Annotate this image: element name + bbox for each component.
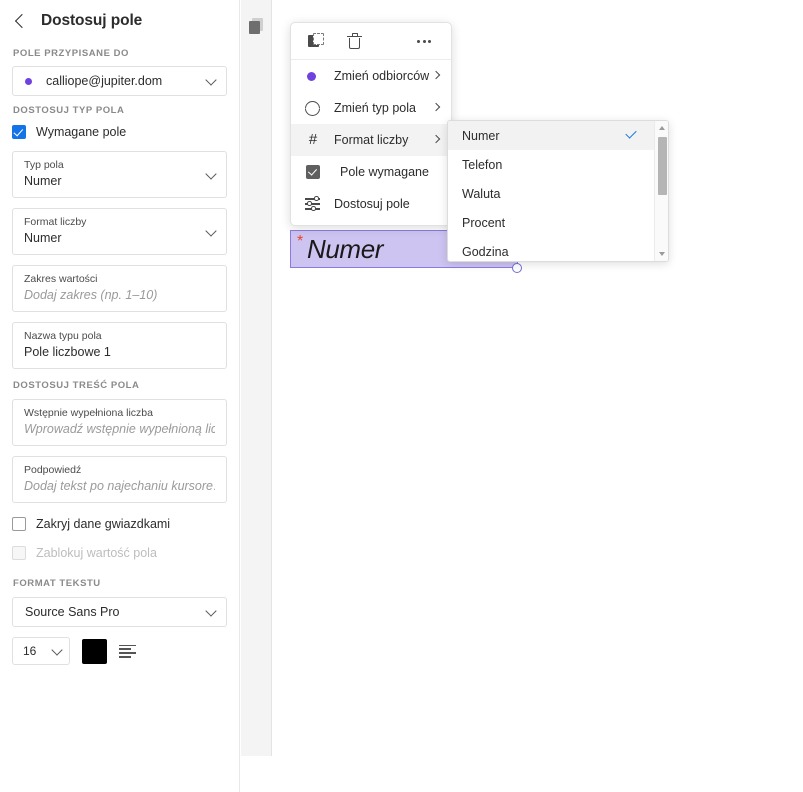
submenu-option-label: Telefon: [462, 157, 503, 172]
submenu-option-procent[interactable]: Procent: [448, 208, 668, 237]
menu-item-dostosuj-pole[interactable]: Dostosuj pole: [291, 188, 451, 220]
submenu-option-label: Waluta: [462, 186, 501, 201]
scroll-up-icon[interactable]: [658, 126, 665, 130]
app-root: Dostosuj pole POLE PRZYPISANE DO calliop…: [0, 0, 803, 792]
submenu-option-label: Godzina: [462, 244, 509, 259]
font-size-value: 16: [23, 644, 37, 658]
scrollbar-thumb[interactable]: [657, 137, 667, 195]
more-options-icon[interactable]: [417, 33, 434, 50]
mask-data-checkbox-row[interactable]: Zakryj dane gwiazdkami: [0, 517, 239, 531]
chevron-down-icon: [205, 605, 217, 617]
recipient-dot-icon: [25, 77, 32, 85]
lock-value-checkbox-row: Zablokuj wartość pola: [0, 546, 239, 560]
customize-field-panel: Dostosuj pole POLE PRZYPISANE DO calliop…: [0, 0, 240, 792]
submenu-option-godzina[interactable]: Godzina: [448, 237, 668, 261]
submenu-option-waluta[interactable]: Waluta: [448, 179, 668, 208]
menu-item-zmien-odbiorcow[interactable]: Zmień odbiorców: [291, 60, 451, 92]
section-label-text-format: FORMAT TEKSTU: [13, 578, 101, 589]
field-zakres-wartosci-label: Zakres wartości: [24, 273, 98, 285]
submenu-option-label: Numer: [462, 128, 500, 143]
checkbox-checked-icon: [304, 163, 322, 181]
document-number-field-text: Numer: [307, 233, 384, 264]
field-tooltip[interactable]: Podpowiedź Dodaj tekst po najechaniu kur…: [12, 456, 227, 503]
recipient-dot-icon: [304, 67, 322, 85]
chevron-down-icon: [51, 644, 63, 656]
field-nazwa-typu-pola[interactable]: Nazwa typu pola Pole liczbowe 1: [12, 322, 227, 369]
assigned-recipient-value: calliope@jupiter.dom: [46, 74, 163, 88]
mask-data-label: Zakryj dane gwiazdkami: [36, 517, 171, 531]
text-align-icon[interactable]: [119, 644, 136, 658]
submenu-scrollbar[interactable]: [654, 121, 668, 261]
field-nazwa-typu-pola-value: Pole liczbowe 1: [24, 345, 111, 359]
lock-value-label: Zablokuj wartość pola: [36, 546, 157, 560]
menu-item-pole-wymagane[interactable]: Pole wymagane: [291, 156, 451, 188]
field-tooltip-placeholder: Dodaj tekst po najechaniu kursore…: [24, 479, 215, 493]
field-zakres-wartosci[interactable]: Zakres wartości Dodaj zakres (np. 1–10): [12, 265, 227, 312]
field-nazwa-typu-pola-label: Nazwa typu pola: [24, 330, 102, 342]
submenu-option-telefon[interactable]: Telefon: [448, 150, 668, 179]
field-context-menu: Zmień odbiorców Zmień typ pola # Format …: [290, 22, 452, 226]
menu-item-label: Dostosuj pole: [334, 197, 410, 211]
submenu-option-label: Procent: [462, 215, 506, 230]
text-format-controls: 16: [0, 637, 239, 665]
font-family-select[interactable]: Source Sans Pro: [12, 597, 227, 627]
chevron-right-icon: [431, 102, 441, 112]
mask-data-checkbox[interactable]: [12, 517, 26, 531]
pages-icon[interactable]: [249, 18, 264, 34]
field-format-liczby-value: Numer: [24, 231, 62, 245]
context-menu-toolbar: [291, 23, 451, 60]
number-format-submenu: Numer Telefon Waluta Procent Godzina: [447, 120, 669, 262]
field-format-liczby-label: Format liczby: [24, 216, 87, 228]
chevron-left-icon[interactable]: [13, 14, 27, 28]
field-typ-pola-label: Typ pola: [24, 159, 64, 171]
field-typ-pola[interactable]: Typ pola Numer: [12, 151, 227, 198]
menu-item-label: Zmień odbiorców: [334, 69, 430, 83]
menu-item-label: Pole wymagane: [340, 165, 429, 179]
font-size-select[interactable]: 16: [12, 637, 70, 665]
menu-item-label: Format liczby: [334, 133, 409, 147]
lock-value-checkbox: [12, 546, 26, 560]
check-icon: [625, 126, 637, 139]
duplicate-icon[interactable]: [308, 32, 325, 50]
pages-rail: [241, 0, 272, 756]
required-field-checkbox-row[interactable]: Wymagane pole: [0, 125, 239, 139]
field-zakres-wartosci-placeholder: Dodaj zakres (np. 1–10): [24, 288, 158, 302]
field-prefilled-number-label: Wstępnie wypełniona liczba: [24, 407, 153, 419]
font-family-value: Source Sans Pro: [25, 605, 120, 619]
scroll-down-icon[interactable]: [658, 252, 665, 256]
chevron-right-icon: [431, 134, 441, 144]
hash-icon: #: [308, 131, 318, 148]
page-title: Dostosuj pole: [41, 12, 143, 29]
menu-item-label: Zmień typ pola: [334, 101, 416, 115]
sync-icon: [304, 99, 322, 117]
field-typ-pola-value: Numer: [24, 174, 62, 188]
chevron-right-icon: [431, 70, 441, 80]
section-label-assigned-to: POLE PRZYPISANE DO: [13, 48, 130, 59]
sliders-icon: [304, 195, 322, 213]
menu-item-zmien-typ-pola[interactable]: Zmień typ pola: [291, 92, 451, 124]
trash-icon[interactable]: [346, 33, 363, 50]
assigned-recipient-select[interactable]: calliope@jupiter.dom: [12, 66, 227, 96]
submenu-option-numer[interactable]: Numer: [448, 121, 668, 150]
panel-header: Dostosuj pole: [0, 0, 239, 42]
required-field-label: Wymagane pole: [36, 125, 127, 139]
field-tooltip-label: Podpowiedź: [24, 464, 82, 476]
field-prefilled-number-placeholder: Wprowadź wstępnie wypełnioną lic…: [24, 422, 215, 436]
text-color-swatch[interactable]: [82, 638, 107, 664]
section-label-content: DOSTOSUJ TREŚĆ POLA: [13, 380, 140, 391]
chevron-down-icon: [205, 74, 217, 86]
section-label-field-type: DOSTOSUJ TYP POLA: [13, 105, 125, 116]
field-format-liczby[interactable]: Format liczby Numer: [12, 208, 227, 255]
resize-handle[interactable]: [512, 263, 522, 273]
required-field-checkbox[interactable]: [12, 125, 26, 139]
menu-item-format-liczby[interactable]: # Format liczby: [291, 124, 451, 156]
field-prefilled-number[interactable]: Wstępnie wypełniona liczba Wprowadź wstę…: [12, 399, 227, 446]
required-asterisk-icon: *: [297, 233, 304, 250]
